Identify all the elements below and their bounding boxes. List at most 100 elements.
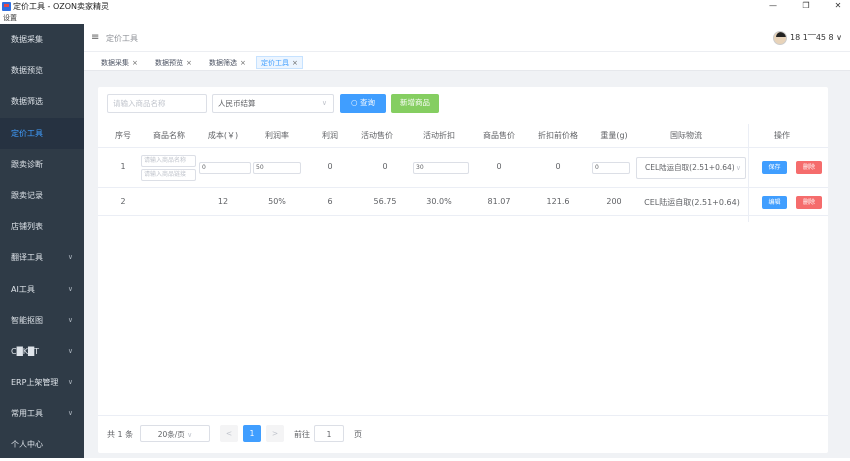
price-value: 0 xyxy=(496,162,502,171)
tab-data-preview[interactable]: 数据预览 × xyxy=(150,56,197,69)
delete-button[interactable]: 删除 xyxy=(796,196,822,209)
top-header: ≡ 定价工具 18 1‾‾45 8 ∨ xyxy=(84,24,850,52)
sidebar-item-smart-cutout[interactable]: 智能抠图 ∨ xyxy=(0,305,84,336)
sidebar-item-data-collect[interactable]: 数据采集 xyxy=(0,24,84,55)
tab-data-filter[interactable]: 数据筛选 × xyxy=(204,56,251,69)
sidebar-item-redacted[interactable]: C█K█T ∨ xyxy=(0,336,84,367)
column-header: 国际物流 xyxy=(670,131,702,140)
profit-value: 6 xyxy=(327,197,333,206)
sidebar-item-data-preview[interactable]: 数据预览 xyxy=(0,55,84,86)
weight-input[interactable]: 0 xyxy=(592,162,630,174)
logistics-select[interactable]: CEL陆运自取(2.51+0.64) ∨ xyxy=(636,157,746,179)
add-product-button[interactable]: 新增商品 xyxy=(391,94,439,113)
page-1-button[interactable]: 1 xyxy=(243,425,261,442)
close-icon[interactable]: × xyxy=(132,59,138,67)
table-header: 序号 商品名称 成本(￥) 利润率 利润 活动售价 活动折扣 商品售价 折扣前价… xyxy=(98,124,828,148)
margin-value: 50% xyxy=(268,197,286,206)
chevron-down-icon: ∨ xyxy=(67,284,73,293)
margin-input[interactable]: 50 xyxy=(253,162,301,174)
tags-bar: 数据采集 × 数据预览 × 数据筛选 × 定价工具 × xyxy=(84,52,850,71)
close-icon[interactable]: × xyxy=(186,59,192,67)
table-row: 2 12 50% 6 56.75 30.0% 81.07 121.6 200 C… xyxy=(98,188,828,216)
currency-select[interactable]: 人民币结算 ∨ xyxy=(212,94,334,113)
main-content: 请输入商品名称 人民币结算 ∨ ○ 查询 新增商品 序号 商品名称 成本(￥) … xyxy=(84,71,850,458)
activity-discount-value: 30.0% xyxy=(426,197,452,206)
column-header: 折扣前价格 xyxy=(538,131,578,140)
column-header: 利润 xyxy=(322,131,338,140)
logistics-value: CEL陆运自取(2.51+0.64) xyxy=(644,198,740,207)
chevron-down-icon: ∨ xyxy=(67,346,73,355)
close-window-button[interactable]: ✕ xyxy=(827,0,849,13)
next-page-button[interactable]: > xyxy=(266,425,284,442)
weight-value: 200 xyxy=(606,197,622,206)
sidebar-item-pricing-tool[interactable]: 定价工具 xyxy=(0,117,84,149)
row-index: 1 xyxy=(120,162,126,171)
column-header: 活动售价 xyxy=(361,131,393,140)
close-icon[interactable]: × xyxy=(292,59,298,67)
close-icon[interactable]: × xyxy=(240,59,246,67)
activity-discount-input[interactable]: 30 xyxy=(413,162,469,174)
user-menu[interactable]: 18 1‾‾45 8 ∨ xyxy=(790,33,842,42)
chevron-down-icon: ∨ xyxy=(733,158,741,178)
row-index: 2 xyxy=(120,197,126,206)
page-unit-label: 页 xyxy=(354,430,362,439)
chevron-down-icon: ∨ xyxy=(187,431,193,439)
menu-settings[interactable]: 设置 xyxy=(3,13,17,24)
title-bar: 定价工具 - OZON卖家精灵 — ❐ ✕ xyxy=(0,0,850,13)
column-header: 成本(￥) xyxy=(207,131,239,140)
delete-button[interactable]: 删除 xyxy=(796,161,822,174)
sidebar: 数据采集 数据预览 数据筛选 定价工具 跟卖诊断 跟卖记录 店铺列表 翻译工具 ∨… xyxy=(0,24,84,458)
column-header: 操作 xyxy=(774,131,790,140)
activity-price-value: 56.75 xyxy=(373,197,397,206)
sidebar-item-follow-records[interactable]: 跟卖记录 xyxy=(0,180,84,211)
chevron-down-icon: ∨ xyxy=(321,99,327,107)
search-input[interactable]: 请输入商品名称 xyxy=(107,94,207,113)
avatar[interactable] xyxy=(773,31,787,45)
menu-toggle-icon[interactable]: ≡ xyxy=(91,32,99,43)
chevron-down-icon: ∨ xyxy=(67,253,73,262)
price-value: 81.07 xyxy=(487,197,511,206)
sidebar-item-common-tools[interactable]: 常用工具 ∨ xyxy=(0,398,84,429)
page-size-select[interactable]: 20条/页 ∨ xyxy=(140,425,210,442)
sidebar-item-ai-tools[interactable]: AI工具 ∨ xyxy=(0,274,84,305)
activity-price-value: 0 xyxy=(382,162,388,171)
product-link-input[interactable]: 请输入商品链接 xyxy=(141,169,196,181)
pre-discount-price-value: 0 xyxy=(555,162,561,171)
breadcrumb: 定价工具 xyxy=(106,34,138,43)
chevron-down-icon: ∨ xyxy=(67,315,73,324)
column-header: 利润率 xyxy=(265,131,289,140)
sidebar-item-translate-tools[interactable]: 翻译工具 ∨ xyxy=(0,242,84,273)
app-icon xyxy=(2,2,11,11)
sidebar-item-follow-diagnosis[interactable]: 跟卖诊断 xyxy=(0,149,84,180)
edit-button[interactable]: 编辑 xyxy=(762,196,787,209)
sidebar-item-store-list[interactable]: 店铺列表 xyxy=(0,211,84,242)
column-header: 重量(g) xyxy=(600,131,628,140)
column-header: 活动折扣 xyxy=(423,131,455,140)
cost-value: 12 xyxy=(217,197,229,206)
sidebar-item-erp-listing[interactable]: ERP上架管理 ∨ xyxy=(0,367,84,398)
goto-label: 前往 xyxy=(294,430,310,439)
sidebar-item-data-filter[interactable]: 数据筛选 xyxy=(0,86,84,117)
profit-value: 0 xyxy=(327,162,333,171)
column-header: 商品名称 xyxy=(153,131,185,140)
chevron-down-icon: ∨ xyxy=(67,409,73,418)
column-header: 商品售价 xyxy=(483,131,515,140)
query-button[interactable]: ○ 查询 xyxy=(340,94,386,113)
sidebar-item-profile[interactable]: 个人中心 xyxy=(0,429,84,460)
pre-discount-price-value: 121.6 xyxy=(546,197,570,206)
goto-page-input[interactable]: 1 xyxy=(314,425,344,442)
prev-page-button[interactable]: < xyxy=(220,425,238,442)
chevron-down-icon: ∨ xyxy=(67,378,73,387)
cost-input[interactable]: 0 xyxy=(199,162,251,174)
tab-pricing-tool[interactable]: 定价工具 × xyxy=(256,56,303,69)
product-name-input[interactable]: 请输入商品名称 xyxy=(141,155,196,167)
tab-data-collect[interactable]: 数据采集 × xyxy=(96,56,143,69)
save-button[interactable]: 保存 xyxy=(762,161,787,174)
search-icon: ○ xyxy=(351,98,358,107)
minimize-button[interactable]: — xyxy=(762,0,784,13)
menu-bar: 设置 xyxy=(0,13,850,24)
maximize-button[interactable]: ❐ xyxy=(795,0,817,13)
column-header: 序号 xyxy=(115,131,131,140)
window-title: 定价工具 - OZON卖家精灵 xyxy=(13,2,110,11)
pricing-card: 请输入商品名称 人民币结算 ∨ ○ 查询 新增商品 序号 商品名称 成本(￥) … xyxy=(98,87,828,453)
